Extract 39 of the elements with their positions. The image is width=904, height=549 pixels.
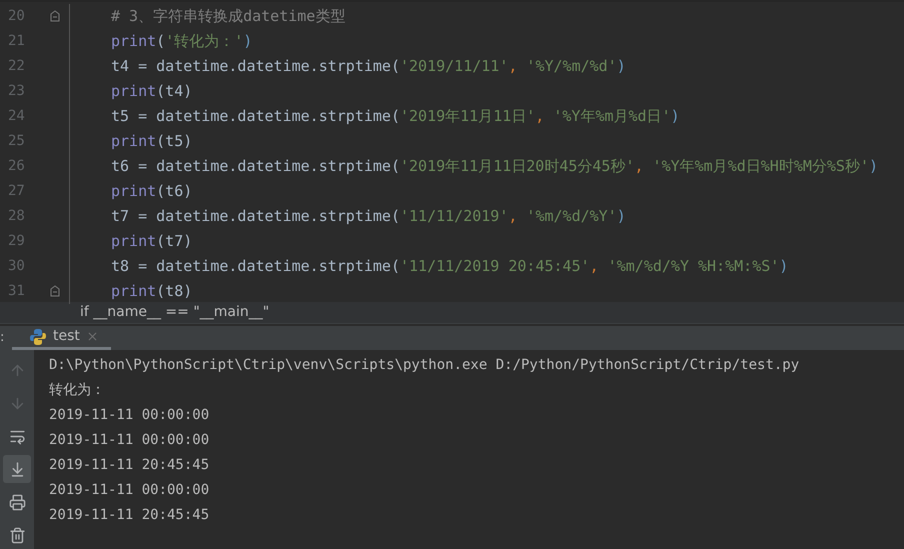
line-number: 23 <box>7 82 26 101</box>
line-number: 27 <box>7 182 26 201</box>
line-number: 22 <box>7 57 26 76</box>
scroll-to-end-icon[interactable] <box>3 455 31 483</box>
close-icon[interactable] <box>86 330 99 343</box>
code-line: t4 = datetime.datetime.strptime('2019/11/11', '%Y/%m/%d') <box>111 56 626 78</box>
line-number: 29 <box>7 232 26 251</box>
code-line: t6 = datetime.datetime.strptime('2019年11月11日20时45分45秒', '%Y年%m月%d日%H时%M分%S秒') <box>111 156 878 178</box>
code-line: print(t6) <box>111 181 192 202</box>
code-line: t7 = datetime.datetime.strptime('11/11/2019', '%m/%d/%Y') <box>111 206 626 228</box>
code-line: # 3、字符串转换成datetime类型 <box>111 6 346 28</box>
code-line: t8 = datetime.datetime.strptime('11/11/2019 20:45:45', '%m/%d/%Y %H:%M:%S') <box>111 256 788 278</box>
tab-label: test <box>53 327 80 346</box>
line-number: 25 <box>7 132 26 151</box>
code-line: print(t4) <box>111 81 192 102</box>
line-number: 21 <box>7 32 26 51</box>
console-line: 2019-11-11 00:00:00 <box>49 431 210 450</box>
console-line: 2019-11-11 20:45:45 <box>49 506 210 525</box>
code-line: t5 = datetime.datetime.strptime('2019年11月11日', '%Y年%m月%d日') <box>111 106 680 128</box>
line-number: 20 <box>7 7 26 26</box>
console-line: 2019-11-11 00:00:00 <box>49 406 210 425</box>
code-line: print(t5) <box>111 131 192 152</box>
line-number: 31 <box>7 282 26 301</box>
code-line: print('转化为：') <box>111 31 252 52</box>
line-number: 30 <box>7 257 26 276</box>
line-number: 26 <box>7 157 26 176</box>
fold-marker-icon[interactable] <box>50 285 60 297</box>
code-line: print(t8) <box>111 281 192 302</box>
run-tab[interactable]: test <box>12 326 111 350</box>
run-label: : <box>0 329 6 348</box>
console-line: 转化为： <box>49 381 106 400</box>
line-number: 28 <box>7 207 26 226</box>
python-icon <box>29 328 47 346</box>
fold-marker-icon[interactable] <box>50 10 60 22</box>
console-line: 2019-11-11 20:45:45 <box>49 456 210 475</box>
console-line: D:\Python\PythonScript\Ctrip\venv\Scripts\python.exe D:/Python/PythonScript/Ctrip/test.py <box>49 356 800 375</box>
code-line: print(t7) <box>111 231 192 252</box>
line-number: 24 <box>7 107 26 126</box>
console-line: 2019-11-11 00:00:00 <box>49 481 210 500</box>
